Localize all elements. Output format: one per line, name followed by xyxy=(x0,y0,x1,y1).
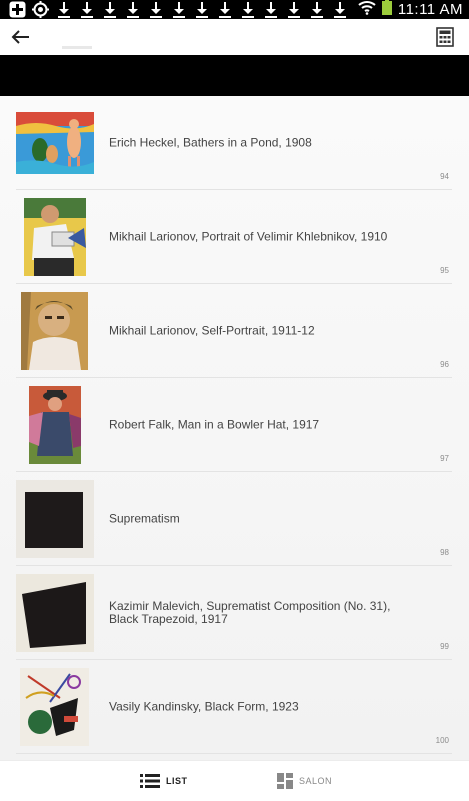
list-item[interactable]: Vasily Kandinsky, Black Form, 1923 100 xyxy=(16,660,452,754)
wifi-icon xyxy=(358,0,376,20)
list-label: LIST xyxy=(166,776,188,786)
artwork-thumbnail xyxy=(16,573,94,652)
artwork-list[interactable]: Erich Heckel, Bathers in a Pond, 1908 94… xyxy=(0,96,469,760)
artwork-title: Mikhail Larionov, Portrait of Velimir Kh… xyxy=(109,229,388,243)
artwork-title: Kazimir Malevich, Suprematist Compositio… xyxy=(109,598,391,626)
list-item[interactable]: Suprematism 98 xyxy=(16,472,452,566)
add-icon xyxy=(6,0,29,19)
download-icon xyxy=(75,0,98,19)
download-icon xyxy=(236,0,259,19)
arrow-left-icon xyxy=(11,30,29,44)
salon-view-button[interactable]: SALON xyxy=(277,761,332,801)
clock: 11:11 AM xyxy=(397,1,463,18)
artwork-title: Mikhail Larionov, Self-Portrait, 1911-12 xyxy=(109,323,315,337)
app-bar xyxy=(0,19,469,55)
page-number: 98 xyxy=(440,548,449,557)
download-icon xyxy=(259,0,282,19)
tab-indicator xyxy=(62,46,92,49)
artwork-thumbnail xyxy=(24,197,86,276)
page-number: 95 xyxy=(440,266,449,275)
artwork-title: Suprematism xyxy=(109,511,180,525)
list-item[interactable]: Mikhail Larionov, Portrait of Velimir Kh… xyxy=(16,190,452,284)
artwork-thumbnail xyxy=(21,291,88,370)
download-icon xyxy=(121,0,144,19)
grid-icon xyxy=(277,773,293,789)
list-item[interactable]: Mikhail Larionov, Self-Portrait, 1911-12… xyxy=(16,284,452,378)
page-number: 96 xyxy=(440,360,449,369)
download-icon xyxy=(328,0,351,19)
download-icon xyxy=(305,0,328,19)
download-icon xyxy=(167,0,190,19)
bottom-bar: LIST SALON xyxy=(0,760,469,800)
download-icon xyxy=(144,0,167,19)
page-number: 99 xyxy=(440,642,449,651)
calculator-button[interactable] xyxy=(433,25,457,49)
gps-icon xyxy=(29,0,52,19)
page-number: 94 xyxy=(440,172,449,181)
page-number: 100 xyxy=(435,736,449,745)
download-icon xyxy=(52,0,75,19)
salon-label: SALON xyxy=(299,776,333,786)
artwork-title: Vasily Kandinsky, Black Form, 1923 xyxy=(109,699,299,713)
download-icon xyxy=(213,0,236,19)
page-number: 97 xyxy=(440,454,449,463)
list-item[interactable]: Kazimir Malevich, Suprematist Compositio… xyxy=(16,566,452,660)
download-icon xyxy=(98,0,121,19)
download-icon xyxy=(190,0,213,19)
list-view-button[interactable]: LIST xyxy=(140,761,188,801)
back-button[interactable] xyxy=(8,25,32,49)
list-icon xyxy=(140,774,160,788)
header-banner xyxy=(0,55,469,96)
download-icon xyxy=(282,0,305,19)
list-item[interactable]: Robert Falk, Man in a Bowler Hat, 1917 9… xyxy=(16,378,452,472)
calculator-grid-icon xyxy=(436,27,454,47)
list-item[interactable]: Erich Heckel, Bathers in a Pond, 1908 94 xyxy=(16,96,452,190)
artwork-thumbnail xyxy=(20,667,89,746)
artwork-title: Robert Falk, Man in a Bowler Hat, 1917 xyxy=(109,417,320,431)
artwork-title: Erich Heckel, Bathers in a Pond, 1908 xyxy=(109,135,312,149)
artwork-thumbnail xyxy=(16,111,94,174)
artwork-thumbnail xyxy=(16,479,94,558)
battery-icon xyxy=(381,0,392,20)
artwork-thumbnail xyxy=(29,385,81,464)
notification-icons xyxy=(0,0,351,19)
status-bar: 11:11 AM xyxy=(0,0,469,19)
